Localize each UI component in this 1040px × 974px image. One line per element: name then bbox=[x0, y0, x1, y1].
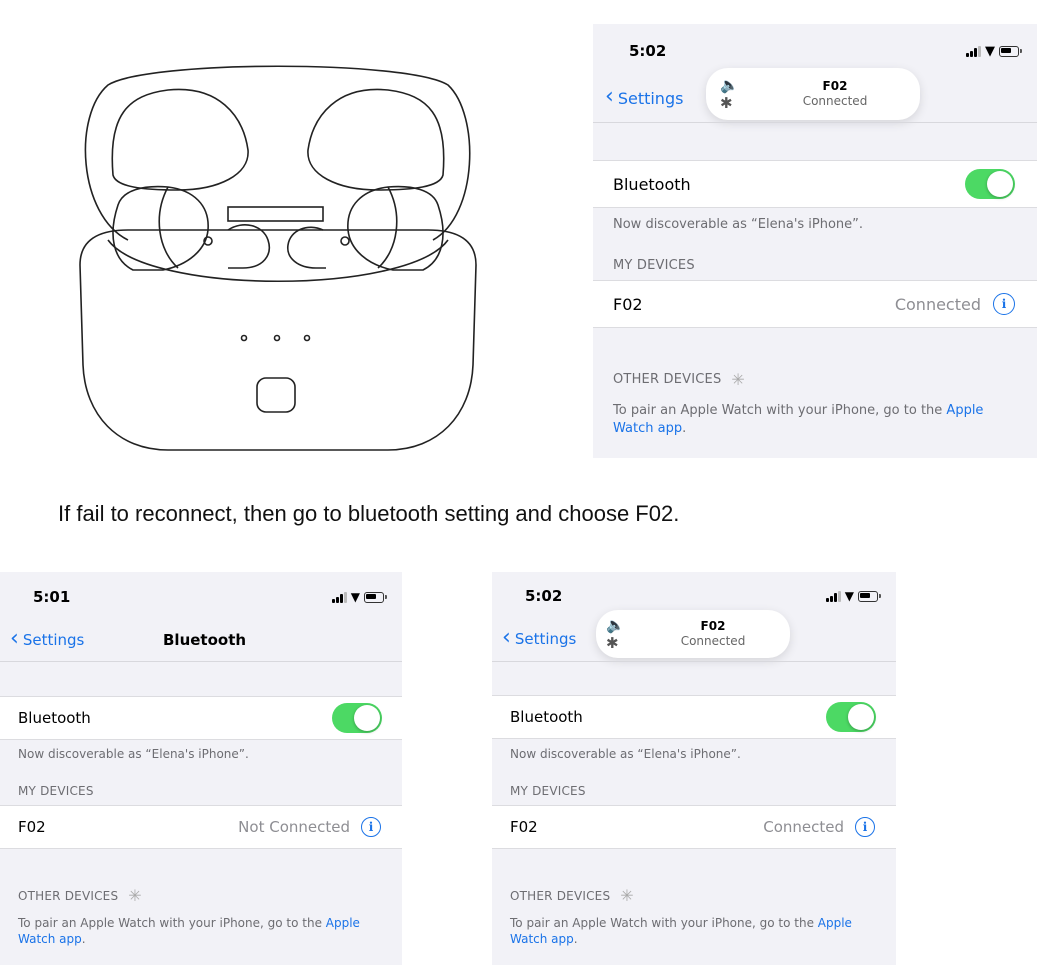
speaker-bluetooth-icon: 🔈✱ bbox=[720, 76, 739, 112]
status-time: 5:01 bbox=[33, 588, 71, 606]
status-time: 5:02 bbox=[525, 587, 563, 605]
signal-icon bbox=[331, 591, 347, 603]
status-icons: ▼ bbox=[825, 589, 881, 603]
chevron-left-icon: ‹ bbox=[502, 625, 511, 650]
settings-back-button[interactable]: ‹ Settings bbox=[10, 626, 85, 651]
toast-device-name: F02 bbox=[700, 619, 726, 633]
header-divider bbox=[492, 661, 896, 662]
toast-status: Connected bbox=[802, 94, 868, 108]
settings-back-button[interactable]: ‹ Settings bbox=[605, 84, 684, 109]
chevron-left-icon: ‹ bbox=[10, 626, 19, 651]
status-time: 5:02 bbox=[629, 42, 667, 60]
signal-icon bbox=[966, 46, 981, 57]
wifi-icon: ▼ bbox=[985, 44, 995, 59]
bluetooth-label: Bluetooth bbox=[510, 708, 583, 726]
phone-screen-connected-top: 5:02 ▼ ‹ Settings 🔈✱ F02 Connected Bluet… bbox=[593, 24, 1037, 458]
toast-device-name: F02 bbox=[822, 79, 848, 93]
connection-toast: 🔈✱ F02 Connected bbox=[706, 68, 920, 120]
page-title: Bluetooth bbox=[163, 631, 247, 649]
status-icons: ▼ bbox=[966, 44, 1022, 59]
settings-back-button[interactable]: ‹ Settings bbox=[502, 625, 577, 650]
battery-icon bbox=[858, 590, 881, 602]
phone-screen-connected-bottom: 5:02 ▼ ‹ Settings 🔈✱ F02 Connected Bluet… bbox=[492, 572, 896, 965]
loading-spinner-icon: ✳ bbox=[128, 886, 142, 905]
chevron-left-icon: ‹ bbox=[605, 84, 614, 109]
signal-icon bbox=[825, 590, 841, 602]
info-icon[interactable]: i bbox=[361, 817, 381, 837]
my-devices-header: MY DEVICES bbox=[18, 784, 94, 798]
back-label: Settings bbox=[514, 630, 577, 648]
device-name: F02 bbox=[18, 818, 46, 836]
bluetooth-toggle[interactable] bbox=[965, 169, 1015, 199]
device-status: Connected bbox=[894, 294, 981, 314]
header-divider bbox=[0, 661, 402, 662]
loading-spinner-icon: ✳ bbox=[620, 886, 634, 905]
phone-screen-not-connected: 5:01 ▼ ‹ Settings Bluetooth Bluetooth No… bbox=[0, 572, 402, 965]
bluetooth-label: Bluetooth bbox=[613, 174, 691, 194]
bluetooth-toggle-row: Bluetooth bbox=[0, 696, 402, 740]
apple-watch-footer: To pair an Apple Watch with your iPhone,… bbox=[510, 916, 852, 947]
bluetooth-label: Bluetooth bbox=[18, 709, 91, 727]
info-icon[interactable]: i bbox=[855, 817, 875, 837]
device-row-f02[interactable]: F02 Connected i bbox=[492, 805, 896, 849]
other-devices-header: OTHER DEVICES ✳ bbox=[613, 370, 746, 389]
apple-watch-footer: To pair an Apple Watch with your iPhone,… bbox=[18, 916, 360, 947]
toast-status: Connected bbox=[680, 634, 746, 648]
earbuds-case-illustration bbox=[79, 65, 477, 451]
loading-spinner-icon: ✳ bbox=[731, 370, 746, 389]
back-label: Settings bbox=[22, 631, 85, 649]
info-icon[interactable]: i bbox=[993, 293, 1015, 315]
device-row-f02[interactable]: F02 Connected i bbox=[593, 280, 1037, 328]
other-devices-header: OTHER DEVICES ✳ bbox=[18, 886, 142, 905]
other-devices-header: OTHER DEVICES ✳ bbox=[510, 886, 634, 905]
battery-icon bbox=[999, 46, 1022, 57]
discoverable-text: Now discoverable as “Elena's iPhone”. bbox=[510, 747, 741, 761]
device-name: F02 bbox=[613, 294, 643, 314]
bluetooth-toggle[interactable] bbox=[332, 703, 382, 733]
device-status: Not Connected bbox=[238, 818, 350, 836]
apple-watch-footer: To pair an Apple Watch with your iPhone,… bbox=[613, 403, 984, 436]
header-divider bbox=[593, 122, 1037, 123]
battery-icon bbox=[364, 591, 387, 603]
my-devices-header: MY DEVICES bbox=[613, 258, 695, 273]
device-status: Connected bbox=[763, 818, 844, 836]
bluetooth-toggle-row: Bluetooth bbox=[593, 160, 1037, 208]
device-name: F02 bbox=[510, 818, 538, 836]
status-icons: ▼ bbox=[331, 590, 387, 604]
instruction-caption: If fail to reconnect, then go to bluetoo… bbox=[58, 501, 680, 526]
bluetooth-toggle[interactable] bbox=[826, 702, 876, 732]
wifi-icon: ▼ bbox=[350, 590, 360, 604]
my-devices-header: MY DEVICES bbox=[510, 784, 586, 798]
discoverable-text: Now discoverable as “Elena's iPhone”. bbox=[18, 747, 249, 761]
wifi-icon: ▼ bbox=[844, 589, 854, 603]
connection-toast: 🔈✱ F02 Connected bbox=[596, 610, 790, 658]
bluetooth-toggle-row: Bluetooth bbox=[492, 695, 896, 739]
speaker-bluetooth-icon: 🔈✱ bbox=[606, 616, 625, 652]
back-label: Settings bbox=[617, 88, 684, 108]
device-row-f02[interactable]: F02 Not Connected i bbox=[0, 805, 402, 849]
discoverable-text: Now discoverable as “Elena's iPhone”. bbox=[613, 217, 864, 232]
